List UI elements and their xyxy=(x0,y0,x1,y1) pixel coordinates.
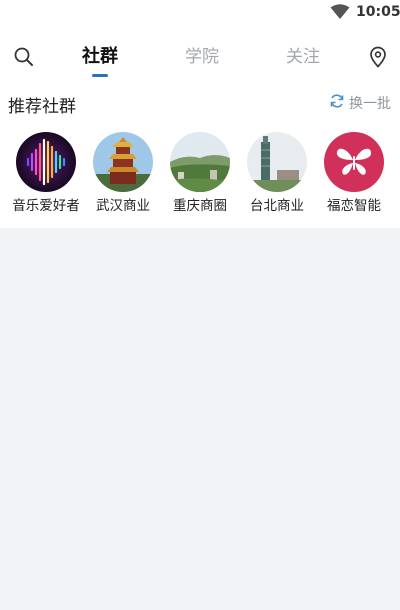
status-bar: 10:05 xyxy=(0,0,400,26)
top-header: 社群 学院 关注 xyxy=(0,32,400,80)
recommended-communities-title: 推荐社群 xyxy=(8,97,76,117)
community-avatar xyxy=(247,132,307,192)
community-avatar xyxy=(93,132,153,192)
community-name: 武汉商业 xyxy=(96,198,150,214)
community-avatar xyxy=(16,132,76,192)
community-name: 台北商业 xyxy=(250,198,304,214)
refresh-icon xyxy=(329,93,345,113)
wifi-icon xyxy=(330,4,350,24)
community-name: 福恋智能 xyxy=(327,198,381,214)
status-time: 10:05 xyxy=(356,4,400,20)
tab-academy[interactable]: 学院 xyxy=(162,42,242,70)
tab-community[interactable]: 社群 xyxy=(60,42,140,70)
community-item-fulian-smart[interactable]: 福恋智能 xyxy=(316,132,392,216)
community-item-music-lovers[interactable]: 音乐爱好者 xyxy=(8,132,84,216)
active-tab-indicator xyxy=(92,74,108,77)
community-avatar xyxy=(170,132,230,192)
tab-follow[interactable]: 关注 xyxy=(263,42,343,70)
community-item-wuhan-business[interactable]: 武汉商业 xyxy=(85,132,161,216)
community-item-chongqing-business[interactable]: 重庆商圈 xyxy=(162,132,238,216)
location-pin-icon[interactable] xyxy=(368,46,388,68)
refresh-button[interactable]: 换一批 xyxy=(329,93,391,113)
community-name: 音乐爱好者 xyxy=(12,198,80,214)
community-avatar xyxy=(324,132,384,192)
community-item-taipei-business[interactable]: 台北商业 xyxy=(239,132,315,216)
search-icon[interactable] xyxy=(13,46,35,68)
refresh-label: 换一批 xyxy=(349,96,391,112)
community-name: 重庆商圈 xyxy=(173,198,227,214)
